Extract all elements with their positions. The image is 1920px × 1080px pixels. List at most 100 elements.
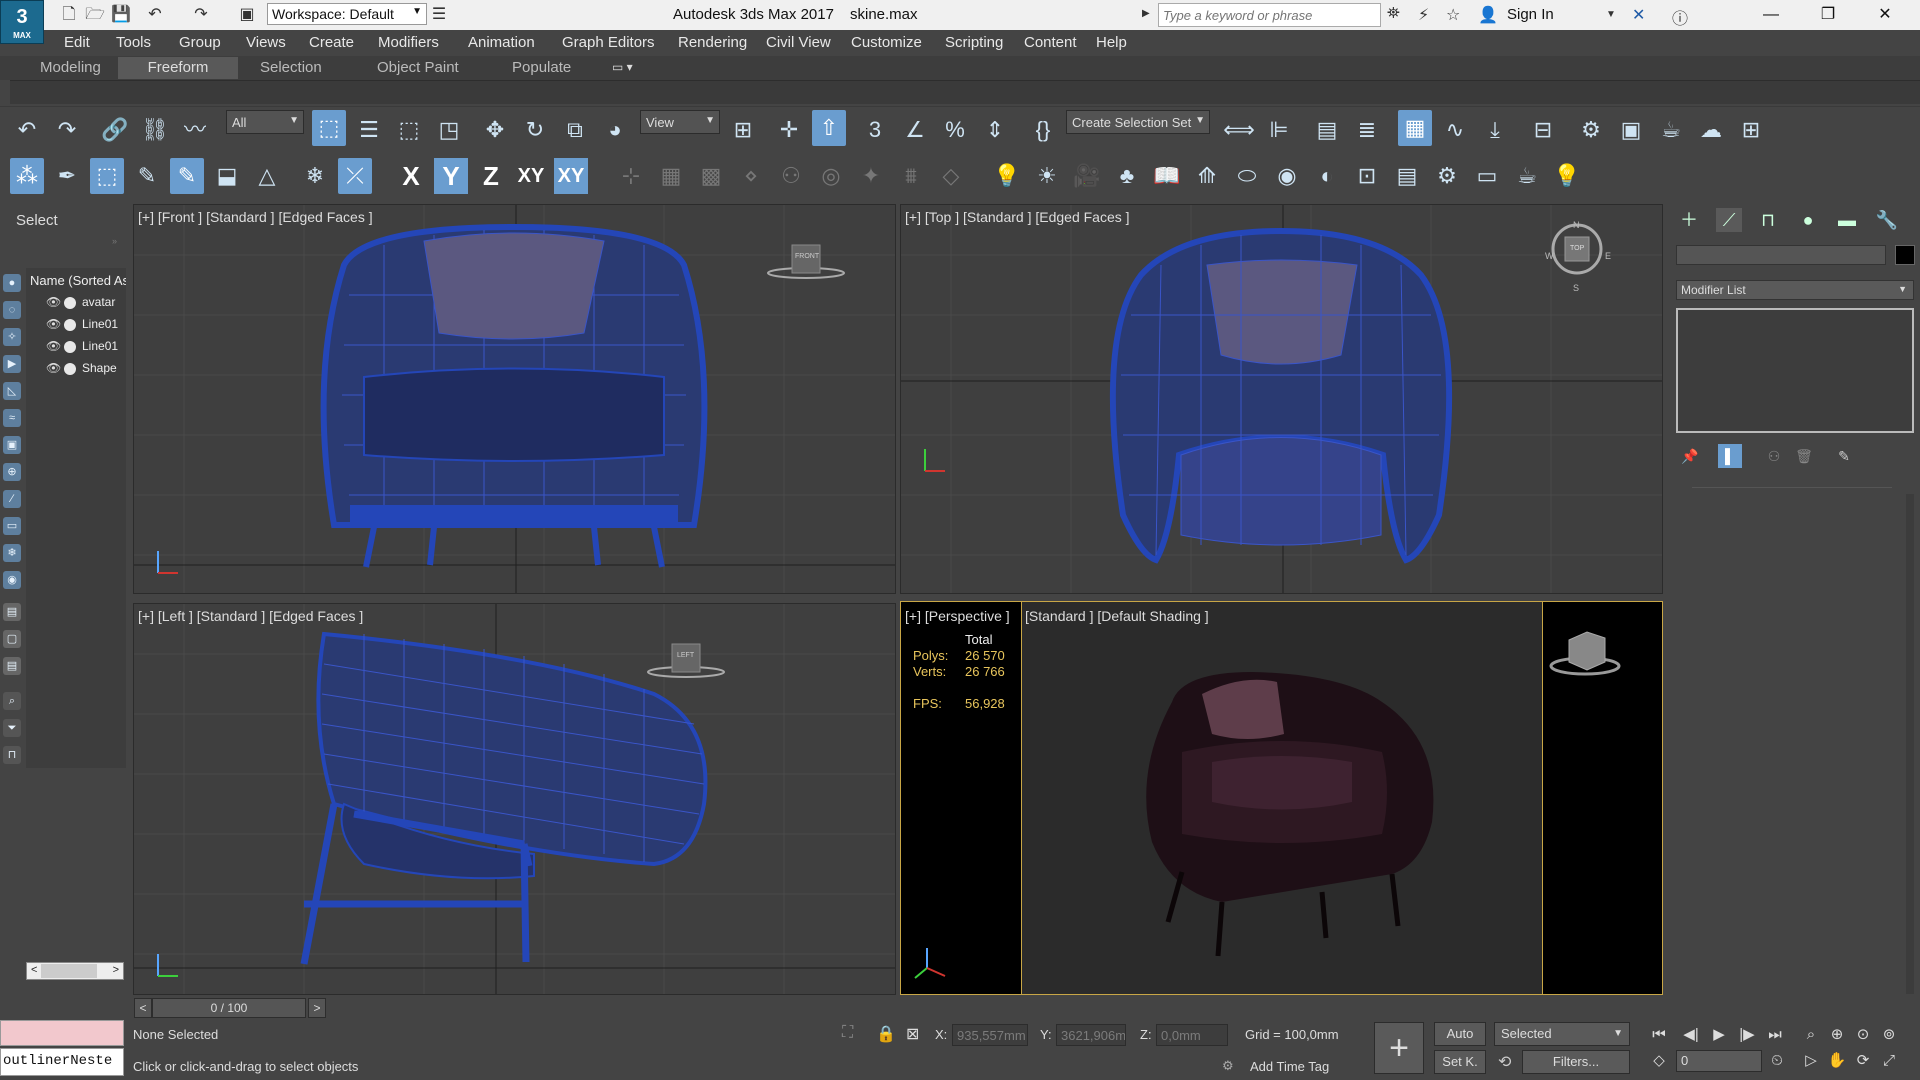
xy-plane-icon[interactable]: ⤫ [338,158,372,194]
menu-create[interactable]: Create [309,34,354,51]
axis-xy-button[interactable]: XY [514,158,548,194]
filter-lights-icon[interactable]: ✧ [3,328,21,346]
display-none-icon[interactable]: ▢ [3,630,21,648]
render-settings-icon[interactable]: ⚙ [1430,158,1464,194]
snap-face-icon[interactable]: ▩ [694,158,728,194]
remove-modifier-icon[interactable]: 🗑 [1792,444,1816,468]
maxscript-output-field[interactable]: outlinerNeste [0,1048,124,1076]
shapes-icon[interactable]: ⬓ [210,158,244,194]
edit-named-selection-icon[interactable]: {} [1026,112,1060,148]
helper-icon[interactable]: ◉ [1270,158,1304,194]
eye-icon[interactable]: 👁 [46,317,61,331]
sign-in-dropdown-icon[interactable]: ▼ [1606,9,1616,20]
axis-z-button[interactable]: Z [474,158,508,194]
eye-icon[interactable]: 👁 [46,361,61,375]
list-item[interactable]: 👁 Shape [46,361,117,375]
zoom-icon[interactable]: ⌕ [1800,1024,1822,1046]
modify-tab-icon[interactable]: ⟋ [1716,208,1742,232]
time-configuration-icon[interactable]: ⏲ [1766,1050,1788,1072]
menu-views[interactable]: Views [246,34,286,51]
key-mode-icon[interactable]: ⟲ [1498,1052,1511,1072]
search-input[interactable] [1158,3,1381,27]
filter-cameras-icon[interactable]: ▶ [3,355,21,373]
sun-icon[interactable]: ☀ [1030,158,1064,194]
reference-coordinate-dropdown[interactable]: View ▼ [640,110,720,134]
tab-populate[interactable]: Populate [506,57,577,79]
go-to-end-icon[interactable]: ⏭ [1764,1024,1786,1046]
add-time-tag-button[interactable]: Add Time Tag [1250,1059,1329,1074]
viewport-left[interactable]: [+] [Left ] [Standard ] [Edged Faces ] L… [133,603,896,995]
snap-layer-icon[interactable]: ⩩ [894,158,928,194]
minimize-button[interactable]: — [1748,2,1794,28]
quick-access-menu-icon[interactable]: ☰ [428,4,450,26]
filter-bones-icon[interactable]: ∕ [3,490,21,508]
time-slider-next-button[interactable]: > [308,998,326,1018]
help-icon[interactable]: ⓘ [1672,5,1688,29]
keyboard-shortcut-override-icon[interactable]: ⇧ [812,110,846,146]
light-icon[interactable]: 💡 [990,158,1024,194]
menu-modifiers[interactable]: Modifiers [378,34,439,51]
set-key-big-button[interactable]: + [1374,1022,1424,1074]
new-file-icon[interactable]: 🗋 [58,4,80,26]
tab-selection[interactable]: Selection [254,57,328,79]
command-panel-scrollbar[interactable] [1906,494,1914,994]
filter-funnel-icon[interactable]: ⏷ [3,719,21,737]
select-and-place-icon[interactable]: ◕ [598,112,632,148]
previous-frame-icon[interactable]: ◀| [1680,1024,1702,1046]
named-selection-dropdown[interactable]: Create Selection Set ▼ [1066,110,1210,134]
viewport-shading-label[interactable]: [Standard ] [Default Shading ] [1025,608,1209,624]
time-slider-prev-button[interactable]: < [134,998,152,1018]
snap-vertex-icon[interactable]: ⊹ [614,158,648,194]
snap-bbox-icon[interactable]: ⚇ [774,158,808,194]
frame-buffer-icon[interactable]: ⊡ [1350,158,1384,194]
auto-key-button[interactable]: Auto [1434,1022,1486,1046]
a360-gallery-icon[interactable]: ⊞ [1734,112,1768,148]
project-folder-icon[interactable]: ▣ [236,4,258,26]
select-and-move-icon[interactable]: ✥ [478,112,512,148]
orbit-icon[interactable]: ⟳ [1852,1050,1874,1072]
window-crossing-icon[interactable]: ◳ [432,112,466,148]
foliage-icon[interactable]: ♣ [1110,158,1144,194]
lightbulb-icon[interactable]: 💡 [1550,158,1584,194]
menu-rendering[interactable]: Rendering [678,34,747,51]
favorites-star-icon[interactable]: ☆ [1446,5,1460,25]
app-logo-button[interactable]: 3 MAX [0,0,44,44]
redo-icon[interactable]: ↷ [50,112,84,148]
filter-geometry-icon[interactable]: ● [3,274,21,292]
filter-helpers-icon[interactable]: ◺ [3,382,21,400]
tab-freeform[interactable]: Freeform [118,57,238,79]
user-icon[interactable]: 👤 [1478,5,1498,25]
render-production-icon[interactable]: ☕ [1654,112,1688,148]
y-coordinate-field[interactable]: 3621,906mm [1056,1024,1126,1046]
sign-in-link[interactable]: Sign In [1507,6,1554,23]
menu-tools[interactable]: Tools [116,34,151,51]
angle-tool-icon[interactable]: △ [250,158,284,194]
menu-animation[interactable]: Animation [468,34,535,51]
configure-modifier-sets-icon[interactable]: ✎ [1832,444,1856,468]
filter-frozen-icon[interactable]: ❄ [3,544,21,562]
viewport-layout-icon[interactable]: ▭ [1470,158,1504,194]
list-item[interactable]: 👁 avatar [46,295,115,309]
snaps-toggle-icon[interactable]: 3 [858,112,892,148]
pin-stack-icon[interactable]: 📌 [1678,444,1702,468]
bind-space-warp-icon[interactable]: 〰 [178,112,212,148]
next-frame-icon[interactable]: |▶ [1736,1024,1758,1046]
display-invert-icon[interactable]: ▤ [3,657,21,675]
list-item[interactable]: 👁 Line01 [46,317,118,331]
spinner-snap-icon[interactable]: ⇕ [978,112,1012,148]
render-in-cloud-icon[interactable]: ☁ [1694,112,1728,148]
snap-perp-icon[interactable]: ◎ [814,158,848,194]
field-of-view-icon[interactable]: ▷ [1800,1050,1822,1072]
axis-xy-constraint-button[interactable]: XY [554,158,588,194]
save-file-icon[interactable]: 💾 [110,4,132,26]
communication-center-icon[interactable]: ⚡ [1418,5,1429,25]
mirror-icon[interactable]: ⟺ [1222,112,1256,148]
close-button[interactable]: ✕ [1862,2,1908,28]
curve-editor-icon[interactable]: ∿ [1438,112,1472,148]
snap-edge-icon[interactable]: ▦ [654,158,688,194]
undo-icon[interactable]: ↶ [144,4,166,26]
menu-scripting[interactable]: Scripting [945,34,1003,51]
search-expand-icon[interactable]: ▶ [1142,8,1150,19]
select-and-rotate-icon[interactable]: ↻ [518,112,552,148]
menu-civil-view[interactable]: Civil View [766,34,831,51]
